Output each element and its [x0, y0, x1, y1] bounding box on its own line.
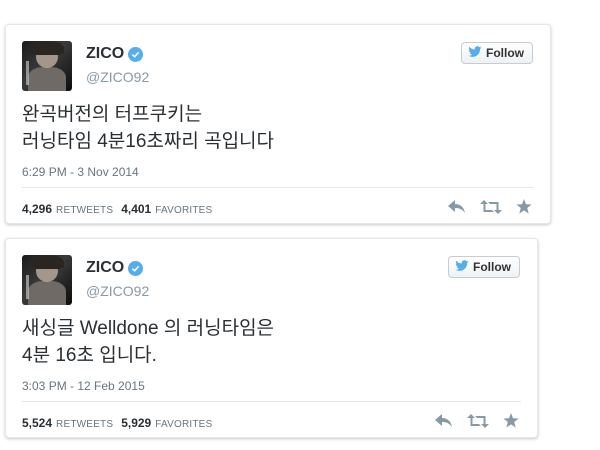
author-name[interactable]: ZICO [86, 45, 144, 63]
author-handle[interactable]: @ZICO92 [86, 283, 149, 299]
retweet-count[interactable]: 5,524 [22, 416, 52, 430]
tweet-text-line: 러닝타임 4분16초짜리 곡입니다 [22, 131, 275, 152]
author-handle[interactable]: @ZICO92 [86, 69, 149, 85]
follow-button[interactable]: Follow [461, 42, 533, 64]
reply-icon[interactable] [435, 413, 453, 428]
tweet-card: ZICO @ZICO92 Follow 완곡버전의 터프쿠키는 러닝타임 4분1… [5, 24, 551, 224]
tweet-stats: 5,524 RETWEETS 5,929 FAVORITES [22, 416, 220, 430]
divider [22, 401, 521, 402]
retweet-label: RETWEETS [56, 205, 114, 216]
verified-badge-icon [128, 260, 144, 276]
avatar[interactable] [22, 255, 72, 305]
tweet-actions [448, 199, 532, 214]
retweet-icon[interactable] [467, 413, 489, 428]
favorite-count[interactable]: 4,401 [121, 202, 151, 216]
star-icon[interactable] [503, 413, 519, 428]
favorite-label: FAVORITES [155, 419, 213, 430]
follow-button[interactable]: Follow [448, 256, 520, 278]
tweet-timestamp[interactable]: 6:29 PM - 3 Nov 2014 [22, 165, 139, 179]
author-name-text: ZICO [86, 45, 125, 62]
avatar[interactable] [22, 41, 72, 91]
tweet-text-line: 4분 16초 입니다. [22, 345, 157, 366]
tweet-actions [435, 413, 519, 428]
tweet-text: 새싱글 Welldone 의 러닝타임은 4분 16초 입니다. [22, 315, 521, 369]
twitter-bird-icon [455, 259, 469, 275]
twitter-bird-icon [468, 45, 482, 61]
tweet-timestamp[interactable]: 3:03 PM - 12 Feb 2015 [22, 379, 145, 393]
divider [22, 187, 534, 188]
verified-badge-icon [128, 46, 144, 62]
retweet-label: RETWEETS [56, 419, 114, 430]
tweet-text-line: 완곡버전의 터프쿠키는 [22, 104, 203, 125]
follow-label: Follow [486, 46, 524, 60]
star-icon[interactable] [516, 199, 532, 214]
tweet-text: 완곡버전의 터프쿠키는 러닝타임 4분16초짜리 곡입니다 [22, 101, 534, 155]
follow-label: Follow [473, 260, 511, 274]
tweet-text-line: 새싱글 Welldone 의 러닝타임은 [22, 318, 275, 339]
tweet-stats: 4,296 RETWEETS 4,401 FAVORITES [22, 202, 220, 216]
tweet-card: ZICO @ZICO92 Follow 새싱글 Welldone 의 러닝타임은… [5, 238, 538, 438]
retweet-icon[interactable] [480, 199, 502, 214]
author-name[interactable]: ZICO [86, 259, 144, 277]
favorite-count[interactable]: 5,929 [121, 416, 151, 430]
retweet-count[interactable]: 4,296 [22, 202, 52, 216]
reply-icon[interactable] [448, 199, 466, 214]
favorite-label: FAVORITES [155, 205, 213, 216]
author-name-text: ZICO [86, 259, 125, 276]
